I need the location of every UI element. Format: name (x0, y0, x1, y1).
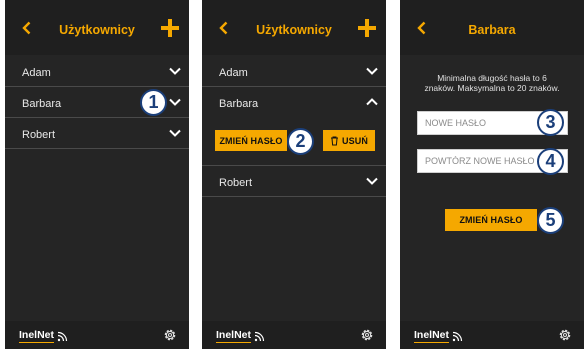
user-name: Barbara (22, 98, 62, 110)
delete-user-button[interactable]: USUŃ (323, 130, 375, 151)
gear-icon[interactable] (163, 328, 177, 342)
add-user-button[interactable] (358, 19, 376, 37)
user-row-adam[interactable]: Adam (202, 57, 386, 87)
callout-marker: 5 (537, 207, 564, 234)
header: Barbara (400, 0, 584, 55)
inelnet-logo: InelNet (19, 329, 68, 343)
user-row-barbara-expanded[interactable]: Barbara ZMIEŃ HASŁO USUŃ (202, 88, 386, 166)
change-password-screen: Barbara Minimalna długość hasła to 6 zna… (400, 0, 584, 349)
footer: InelNet (202, 321, 386, 349)
footer: InelNet (5, 321, 189, 349)
user-name: Robert (219, 177, 253, 189)
callout-marker: 2 (287, 128, 314, 155)
chevron-down-icon (366, 67, 378, 75)
header: Użytkownicy (202, 0, 386, 55)
header: Użytkownicy (5, 0, 189, 55)
wifi-signal-icon (254, 331, 265, 341)
inelnet-logo: InelNet (216, 329, 265, 343)
chevron-down-icon (169, 98, 181, 106)
gear-icon[interactable] (558, 328, 572, 342)
submit-change-password-button[interactable]: ZMIEŃ HASŁO (445, 209, 537, 231)
wifi-signal-icon (57, 331, 68, 341)
password-rules-text: Minimalna długość hasła to 6 znaków. Mak… (424, 73, 560, 93)
callout-marker: 3 (537, 109, 564, 136)
chevron-up-icon (366, 98, 378, 106)
chevron-down-icon (366, 177, 378, 185)
footer: InelNet (400, 321, 584, 349)
wifi-signal-icon (452, 331, 463, 341)
add-user-button[interactable] (161, 19, 179, 37)
user-name: Adam (219, 67, 248, 79)
inelnet-logo: InelNet (414, 329, 463, 343)
trash-icon (331, 136, 339, 145)
callout-marker: 4 (537, 148, 564, 175)
page-title: Barbara (468, 23, 516, 37)
user-row-robert[interactable]: Robert (5, 119, 189, 149)
callout-marker: 1 (140, 89, 167, 116)
gear-icon[interactable] (360, 328, 374, 342)
user-row-robert[interactable]: Robert (202, 167, 386, 197)
user-name: Barbara (219, 98, 259, 110)
chevron-down-icon (169, 129, 181, 137)
change-password-button[interactable]: ZMIEŃ HASŁO (215, 130, 287, 151)
user-row-adam[interactable]: Adam (5, 57, 189, 87)
users-expanded-screen: Użytkownicy Adam Barbara ZMIEŃ HASŁO USU… (202, 0, 386, 349)
chevron-down-icon (169, 67, 181, 75)
delete-label: USUŃ (342, 135, 368, 146)
user-name: Robert (22, 129, 56, 141)
user-name: Adam (22, 67, 51, 79)
users-screen: Użytkownicy Adam Barbara Robert InelNet (5, 0, 189, 349)
